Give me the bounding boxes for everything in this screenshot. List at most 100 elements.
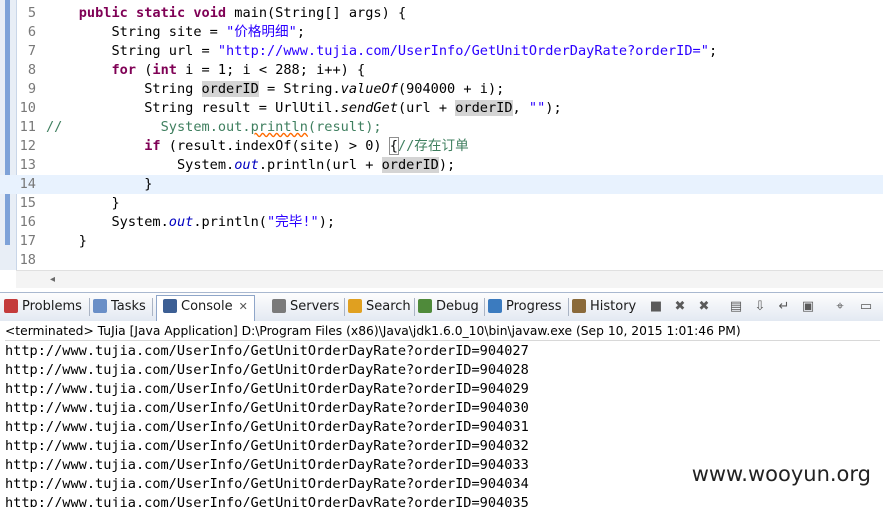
code-token: (result); — [307, 119, 382, 135]
code-line[interactable]: 15 } — [0, 194, 883, 213]
code-text: String result = UrlUtil.sendGet(url + or… — [46, 99, 562, 118]
code-editor[interactable]: 5 public static void main(String[] args)… — [0, 0, 883, 288]
display-console-icon[interactable]: ▭ — [858, 299, 874, 315]
code-line[interactable]: 9 String orderID = String.valueOf(904000… — [0, 80, 883, 99]
code-token: "完毕!" — [267, 214, 319, 230]
tab-label: Search — [366, 299, 411, 314]
line-number: 9 — [27, 81, 36, 97]
line-number: 12 — [19, 138, 36, 154]
history-icon — [572, 299, 586, 313]
line-number: 10 — [19, 100, 36, 116]
code-line[interactable]: 18 — [0, 251, 883, 270]
line-number: 14 — [19, 176, 36, 192]
close-icon[interactable]: ✕ — [239, 300, 248, 313]
code-token: System. — [46, 214, 169, 230]
code-token: .println( — [193, 214, 267, 230]
debug-icon — [418, 299, 432, 313]
console-output-line: http://www.tujia.com/UserInfo/GetUnitOrd… — [5, 381, 529, 397]
word-wrap-icon[interactable]: ↵ — [776, 299, 792, 315]
code-text: } — [46, 175, 152, 194]
tab-separator — [484, 298, 485, 316]
tab-label: Servers — [290, 299, 340, 314]
code-line[interactable]: 7 String url = "http://www.tujia.com/Use… — [0, 42, 883, 61]
remove-all-icon[interactable]: ✖ — [696, 299, 712, 315]
clear-console-icon[interactable]: ▤ — [728, 299, 744, 315]
tab-console[interactable]: Console ✕ — [156, 295, 255, 321]
tab-label: Debug — [436, 299, 479, 314]
code-line[interactable]: 5 public static void main(String[] args)… — [0, 4, 883, 23]
code-token: orderID — [381, 157, 439, 173]
code-token: i = 1; i < 288; i++) { — [176, 62, 366, 78]
stop-icon[interactable]: ■ — [648, 299, 664, 315]
show-on-output-icon[interactable]: ▣ — [800, 299, 816, 315]
code-line[interactable]: 10 String result = UrlUtil.sendGet(url +… — [0, 99, 883, 118]
code-token: println — [250, 119, 308, 135]
code-line[interactable]: 17 } — [0, 232, 883, 251]
tab-separator — [89, 298, 90, 316]
console-output-line: http://www.tujia.com/UserInfo/GetUnitOrd… — [5, 457, 529, 473]
tab-separator — [152, 298, 153, 316]
code-text: String url = "http://www.tujia.com/UserI… — [46, 42, 717, 61]
code-text: String site = "价格明细"; — [46, 23, 305, 42]
code-line[interactable]: 13 System.out.println(url + orderID); — [0, 156, 883, 175]
line-number: 8 — [27, 62, 36, 78]
code-token: } — [46, 176, 153, 192]
line-number: 13 — [19, 157, 36, 173]
problems-icon — [4, 299, 18, 313]
code-text: for (int i = 1; i < 288; i++) { — [46, 61, 365, 80]
code-token: = String. — [258, 81, 341, 97]
ide-window: 5 public static void main(String[] args)… — [0, 0, 883, 507]
tab-search[interactable]: Search — [348, 296, 411, 318]
code-token: "" — [528, 100, 546, 116]
tab-history[interactable]: History — [572, 296, 636, 318]
tab-servers[interactable]: Servers — [272, 296, 339, 318]
code-token: main(String[] args) { — [226, 5, 407, 21]
console-output-line: http://www.tujia.com/UserInfo/GetUnitOrd… — [5, 438, 529, 454]
code-token: // — [46, 119, 63, 135]
code-line[interactable]: 8 for (int i = 1; i < 288; i++) { — [0, 61, 883, 80]
horizontal-scrollbar[interactable]: ◂ — [16, 270, 883, 288]
code-token: if — [144, 138, 161, 154]
code-token: orderID — [455, 100, 513, 116]
console-output-line: http://www.tujia.com/UserInfo/GetUnitOrd… — [5, 400, 529, 416]
code-token: ); — [545, 100, 562, 116]
code-token: String result = UrlUtil. — [46, 100, 341, 116]
tab-label: Tasks — [111, 299, 146, 314]
code-token: sendGet — [340, 100, 398, 116]
scroll-lock-icon[interactable]: ⇩ — [752, 299, 768, 315]
code-line[interactable]: 11 // System.out.println(result); — [0, 118, 883, 137]
line-number: 15 — [19, 195, 36, 211]
code-token: String — [46, 81, 202, 97]
remove-launch-icon[interactable]: ✖ — [672, 299, 688, 315]
code-token: valueOf — [340, 81, 398, 97]
tab-progress[interactable]: Progress — [488, 296, 561, 318]
servers-icon — [272, 299, 286, 313]
bottom-panel-tabbar: Problems Tasks Console ✕ Servers Search Debug P… — [0, 292, 883, 322]
scroll-left-icon[interactable]: ◂ — [50, 274, 55, 285]
code-token: ; — [296, 24, 305, 40]
code-token: int — [152, 62, 177, 78]
tab-debug[interactable]: Debug — [418, 296, 479, 318]
code-line[interactable]: 16 System.out.println("完毕!"); — [0, 213, 883, 232]
code-token: ; — [708, 43, 718, 59]
tab-problems[interactable]: Problems — [4, 296, 82, 318]
code-line[interactable]: 12 if (result.indexOf(site) > 0) {//存在订单 — [0, 137, 883, 156]
tasks-icon — [93, 299, 107, 313]
code-token: out — [168, 214, 194, 230]
tab-label: Progress — [506, 299, 562, 314]
code-line[interactable]: 6 String site = "价格明细"; — [0, 23, 883, 42]
code-token: orderID — [201, 81, 259, 97]
code-line[interactable]: 14 } — [0, 175, 883, 194]
code-token: ); — [438, 157, 456, 173]
code-token: (url + — [397, 100, 456, 116]
line-number: 7 — [27, 43, 36, 59]
code-token: { — [388, 137, 399, 155]
line-number: 5 — [27, 5, 36, 21]
tab-tasks[interactable]: Tasks — [93, 296, 146, 318]
line-number: 11 — [19, 119, 36, 135]
pin-console-icon[interactable]: ⌖ — [832, 299, 848, 315]
tab-label: History — [590, 299, 637, 314]
tab-label: Console — [181, 299, 233, 314]
code-token: out — [234, 157, 259, 173]
